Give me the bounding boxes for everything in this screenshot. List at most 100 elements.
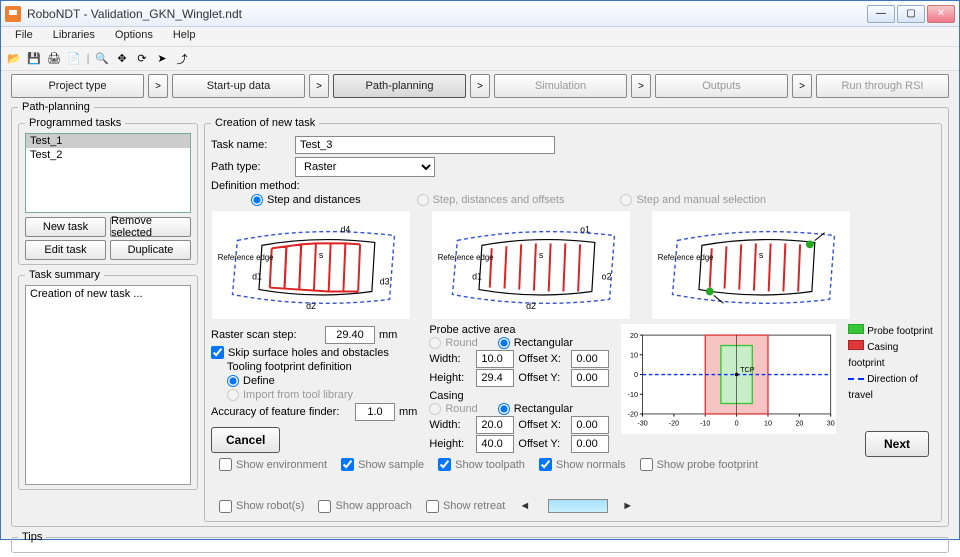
step-startup-data[interactable]: Start-up data <box>172 74 305 98</box>
casing-height-input[interactable] <box>476 435 514 453</box>
tooling-label: Tooling footprint definition <box>227 361 417 373</box>
svg-text:20: 20 <box>796 420 804 428</box>
cancel-button[interactable]: Cancel <box>211 427 280 453</box>
svg-text:s: s <box>759 250 764 260</box>
print-icon[interactable]: 🖨 <box>45 50 63 68</box>
probe-round-radio[interactable]: Round <box>429 337 477 349</box>
step-outputs[interactable]: Outputs <box>655 74 788 98</box>
probe-width-label: Width: <box>429 353 472 365</box>
remove-task-button[interactable]: Remove selected <box>110 217 191 237</box>
save-icon[interactable]: 💾 <box>25 50 43 68</box>
probe-rect-radio[interactable]: Rectangular <box>498 337 573 349</box>
plot-legend: Probe footprint Casing footprint Directi… <box>848 324 935 404</box>
probe-ox-label: Offset X: <box>518 353 567 365</box>
tool-import-radio[interactable]: Import from tool library <box>227 389 353 401</box>
chevron-right-icon[interactable]: > <box>792 74 812 98</box>
show-normals-checkbox[interactable] <box>539 458 552 471</box>
edit-task-button[interactable]: Edit task <box>25 240 106 260</box>
step-project-type[interactable]: Project type <box>11 74 144 98</box>
show-env-checkbox[interactable] <box>219 458 232 471</box>
step-path-planning[interactable]: Path-planning <box>333 74 466 98</box>
menu-options[interactable]: Options <box>105 27 163 46</box>
rotate-icon[interactable]: ⟳ <box>133 50 151 68</box>
svg-text:0: 0 <box>735 420 739 428</box>
normals-slider[interactable] <box>548 499 608 513</box>
task-item[interactable]: Test_2 <box>26 148 190 162</box>
opt-step-distances[interactable]: Step and distances <box>251 194 361 206</box>
opt-step-manual[interactable]: Step and manual selection <box>620 194 766 206</box>
raster-step-label: Raster scan step: <box>211 329 321 341</box>
step-run-rsi[interactable]: Run through RSI <box>816 74 949 98</box>
svg-text:0: 0 <box>634 371 638 379</box>
menu-help[interactable]: Help <box>163 27 206 46</box>
toolbar-separator: | <box>85 53 91 65</box>
probe-width-input[interactable] <box>476 350 514 368</box>
menu-file[interactable]: File <box>5 27 43 46</box>
chevron-right-icon[interactable]: > <box>470 74 490 98</box>
task-name-label: Task name: <box>211 139 289 151</box>
chevron-right-icon[interactable]: > <box>148 74 168 98</box>
probe-height-label: Height: <box>429 372 472 384</box>
casing-width-input[interactable] <box>476 416 514 434</box>
accuracy-input[interactable] <box>355 403 395 421</box>
view-options-row: Show environment Show sample Show toolpa… <box>211 454 935 517</box>
probe-height-input[interactable] <box>476 369 514 387</box>
svg-text:d2: d2 <box>306 301 316 311</box>
task-summary-panel: Task summary Creation of new task ... <box>18 269 198 490</box>
window-title: RoboNDT - Validation_GKN_Winglet.ndt <box>27 7 242 21</box>
unit-mm: mm <box>399 406 417 418</box>
tips-label: Tips <box>18 531 46 543</box>
task-list[interactable]: Test_1 Test_2 <box>25 133 191 213</box>
probe-oy-input[interactable] <box>571 369 609 387</box>
tool-define-radio[interactable]: Define <box>227 375 275 387</box>
summary-title: Task summary <box>25 269 104 281</box>
probe-area-title: Probe active area <box>429 324 609 336</box>
zoom-icon[interactable]: 🔍 <box>93 50 111 68</box>
next-button[interactable]: Next <box>865 431 929 457</box>
chevron-right-icon[interactable]: > <box>309 74 329 98</box>
minimize-button[interactable]: — <box>867 5 895 23</box>
menu-libraries[interactable]: Libraries <box>43 27 105 46</box>
casing-rect-radio[interactable]: Rectangular <box>498 403 573 415</box>
creation-title: Creation of new task <box>211 117 319 129</box>
script-icon[interactable]: 📄 <box>65 50 83 68</box>
step-simulation[interactable]: Simulation <box>494 74 627 98</box>
casing-ox-input[interactable] <box>571 416 609 434</box>
pan-icon[interactable]: ✥ <box>113 50 131 68</box>
export-icon[interactable]: ⤴ <box>173 50 191 68</box>
svg-text:10: 10 <box>630 351 638 359</box>
open-icon[interactable]: 📂 <box>5 50 23 68</box>
cursor-icon[interactable]: ➤ <box>153 50 171 68</box>
defmethod-label: Definition method: <box>211 180 935 192</box>
creation-panel: Creation of new task Task name: Path typ… <box>204 117 942 522</box>
svg-text:d4: d4 <box>340 225 350 235</box>
show-toolpath-checkbox[interactable] <box>438 458 451 471</box>
raster-step-input[interactable] <box>325 326 375 344</box>
maximize-button[interactable]: ▢ <box>897 5 925 23</box>
diagram-step-distances: Reference edge d1 d2 d3 d4 s <box>211 210 411 320</box>
duplicate-task-button[interactable]: Duplicate <box>110 240 191 260</box>
chevron-right-icon[interactable]: > <box>631 74 651 98</box>
opt-step-distances-offsets[interactable]: Step, distances and offsets <box>417 194 565 206</box>
skip-holes-label: Skip surface holes and obstacles <box>228 347 389 359</box>
wizard-steps: Project type > Start-up data > Path-plan… <box>1 71 959 101</box>
show-robot-checkbox[interactable] <box>219 500 232 513</box>
new-task-button[interactable]: New task <box>25 217 106 237</box>
show-approach-checkbox[interactable] <box>318 500 331 513</box>
probe-ox-input[interactable] <box>571 350 609 368</box>
svg-text:s: s <box>539 250 544 260</box>
show-sample-checkbox[interactable] <box>341 458 354 471</box>
close-button[interactable]: ✕ <box>927 5 955 23</box>
programmed-tasks-panel: Programmed tasks Test_1 Test_2 New task … <box>18 117 198 265</box>
show-retreat-checkbox[interactable] <box>426 500 439 513</box>
casing-oy-input[interactable] <box>571 435 609 453</box>
path-type-select[interactable]: Raster <box>295 157 435 177</box>
skip-holes-checkbox[interactable] <box>211 346 224 359</box>
titlebar: RoboNDT - Validation_GKN_Winglet.ndt — ▢… <box>1 1 959 27</box>
casing-round-radio[interactable]: Round <box>429 403 477 415</box>
svg-text:10: 10 <box>764 420 772 428</box>
show-probe-footprint-checkbox[interactable] <box>640 458 653 471</box>
task-name-input[interactable] <box>295 136 555 154</box>
task-item[interactable]: Test_1 <box>26 134 190 148</box>
accuracy-label: Accuracy of feature finder: <box>211 406 351 418</box>
